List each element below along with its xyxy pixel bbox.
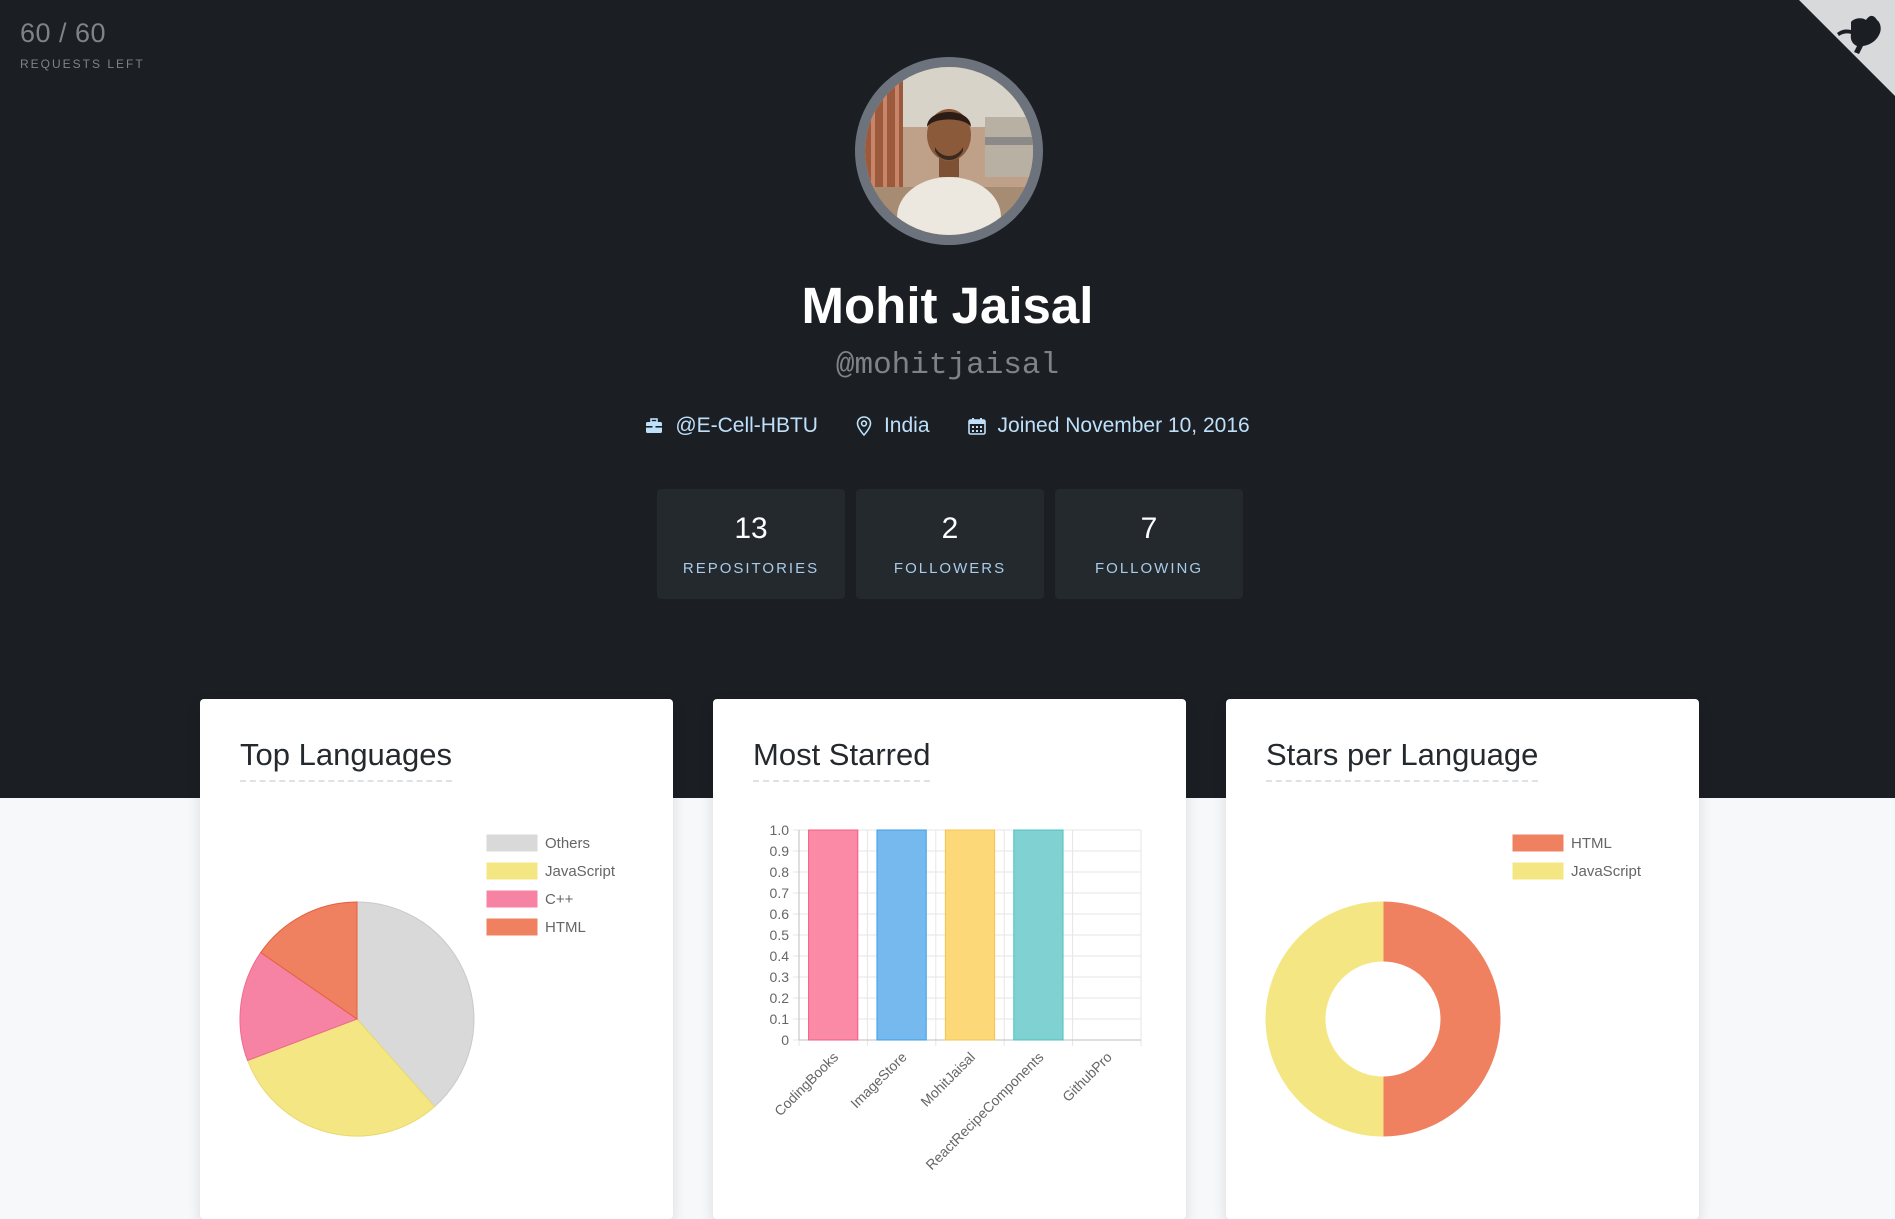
stats-row: 13 REPOSITORIES 2 FOLLOWERS 7 FOLLOWING [657,489,1243,599]
legend-swatch-javascript [1512,862,1564,880]
profile-login[interactable]: @mohitjaisal [0,348,1895,383]
stars-per-language-chart: HTML JavaScript [1265,834,1642,1137]
map-pin-icon [856,416,872,436]
profile-header: 60 / 60 REQUESTS LEFT Mohit Jaisal @mohi… [0,0,1895,798]
x-tick-label-codingbooks: CodingBooks [771,1049,841,1119]
y-tick-label: 0.5 [770,927,790,943]
y-tick-label: 0.9 [770,843,790,859]
avatar [855,57,1043,245]
x-tick-label-githubpro: GithubPro [1059,1049,1115,1105]
rate-limit: 60 / 60 REQUESTS LEFT [20,18,145,71]
company-info: @E-Cell-HBTU [645,414,818,438]
y-tick-label: 0.6 [770,906,790,922]
x-tick-label-reactrecipecomponents: ReactRecipeComponents [922,1049,1046,1173]
legend-label-c: C++ [545,891,574,908]
bar-imagestore [876,829,927,1041]
profile-name: Mohit Jaisal [801,277,1094,334]
y-tick-label: 0.1 [770,1011,790,1027]
y-tick-label: 0.7 [770,885,790,901]
stat-following-label: FOLLOWING [1094,560,1203,577]
legend-swatch-html [1512,834,1564,852]
avatar-photo [865,67,1033,235]
y-tick-label: 0.2 [770,990,790,1006]
legend-swatch-others [486,834,538,852]
most-starred-card: Most Starred 0 0.1 0.2 0.3 0.4 0.5 0.6 0.7 0.8 0.… [713,699,1186,1219]
stars-per-language-card: Stars per Language HTML JavaScript [1226,699,1699,1219]
y-tick-label: 0 [781,1032,789,1048]
y-tick-label: 1.0 [770,822,790,838]
briefcase-icon [646,418,663,433]
legend-swatch-c [486,890,538,908]
legend-label-html: HTML [1571,835,1612,852]
octocat-icon[interactable] [1799,0,1895,96]
most-starred-chart: 0 0.1 0.2 0.3 0.4 0.5 0.6 0.7 0.8 0.9 1.0 CodingBoo… [770,822,1142,1173]
stat-repositories-label: REPOSITORIES [682,560,820,577]
stat-repositories-value: 13 [734,512,768,545]
top-languages-chart: Others JavaScript C++ HTML [239,834,616,1137]
rate-limit-label: REQUESTS LEFT [20,57,145,71]
stat-following: 7 FOLLOWING [1055,489,1243,599]
y-tick-label: 0.8 [770,864,790,880]
bar-codingbooks [808,829,859,1041]
legend-swatch-html [486,918,538,936]
legend-label-html: HTML [545,919,586,936]
rate-limit-count: 60 / 60 [20,18,107,48]
x-tick-label-imagestore: ImageStore [847,1049,910,1112]
location-info: India [856,414,930,438]
legend-swatch-javascript [486,862,538,880]
x-tick-label-mohitjaisal: MohitJaisal [917,1049,978,1110]
bar-reactrecipecomponents [1013,829,1064,1041]
joined-info: Joined November 10, 2016 [967,414,1250,438]
joined-text: Joined November 10, 2016 [997,414,1250,437]
y-tick-label: 0.4 [770,948,790,964]
top-languages-card: Top Languages Others JavaScript C++ HTML [200,699,673,1219]
company-text[interactable]: @E-Cell-HBTU [675,414,818,438]
bar-mohitjaisal [944,829,996,1041]
profile-info: @E-Cell-HBTU India Joined November 10, 2… [0,414,1895,438]
slice-html [1382,901,1501,1137]
stat-followers-label: FOLLOWERS [893,560,1007,577]
slice-javascript [1265,901,1384,1137]
stat-followers: 2 FOLLOWERS [856,489,1044,599]
legend-label-others: Others [545,835,590,852]
y-tick-label: 0.3 [770,969,790,985]
legend-label-javascript: JavaScript [1571,863,1642,880]
stat-following-value: 7 [1140,512,1158,545]
location-text: India [883,414,930,437]
stat-repositories: 13 REPOSITORIES [657,489,845,599]
calendar-icon [967,418,986,435]
legend-label-javascript: JavaScript [545,863,616,880]
stat-followers-value: 2 [941,512,959,545]
